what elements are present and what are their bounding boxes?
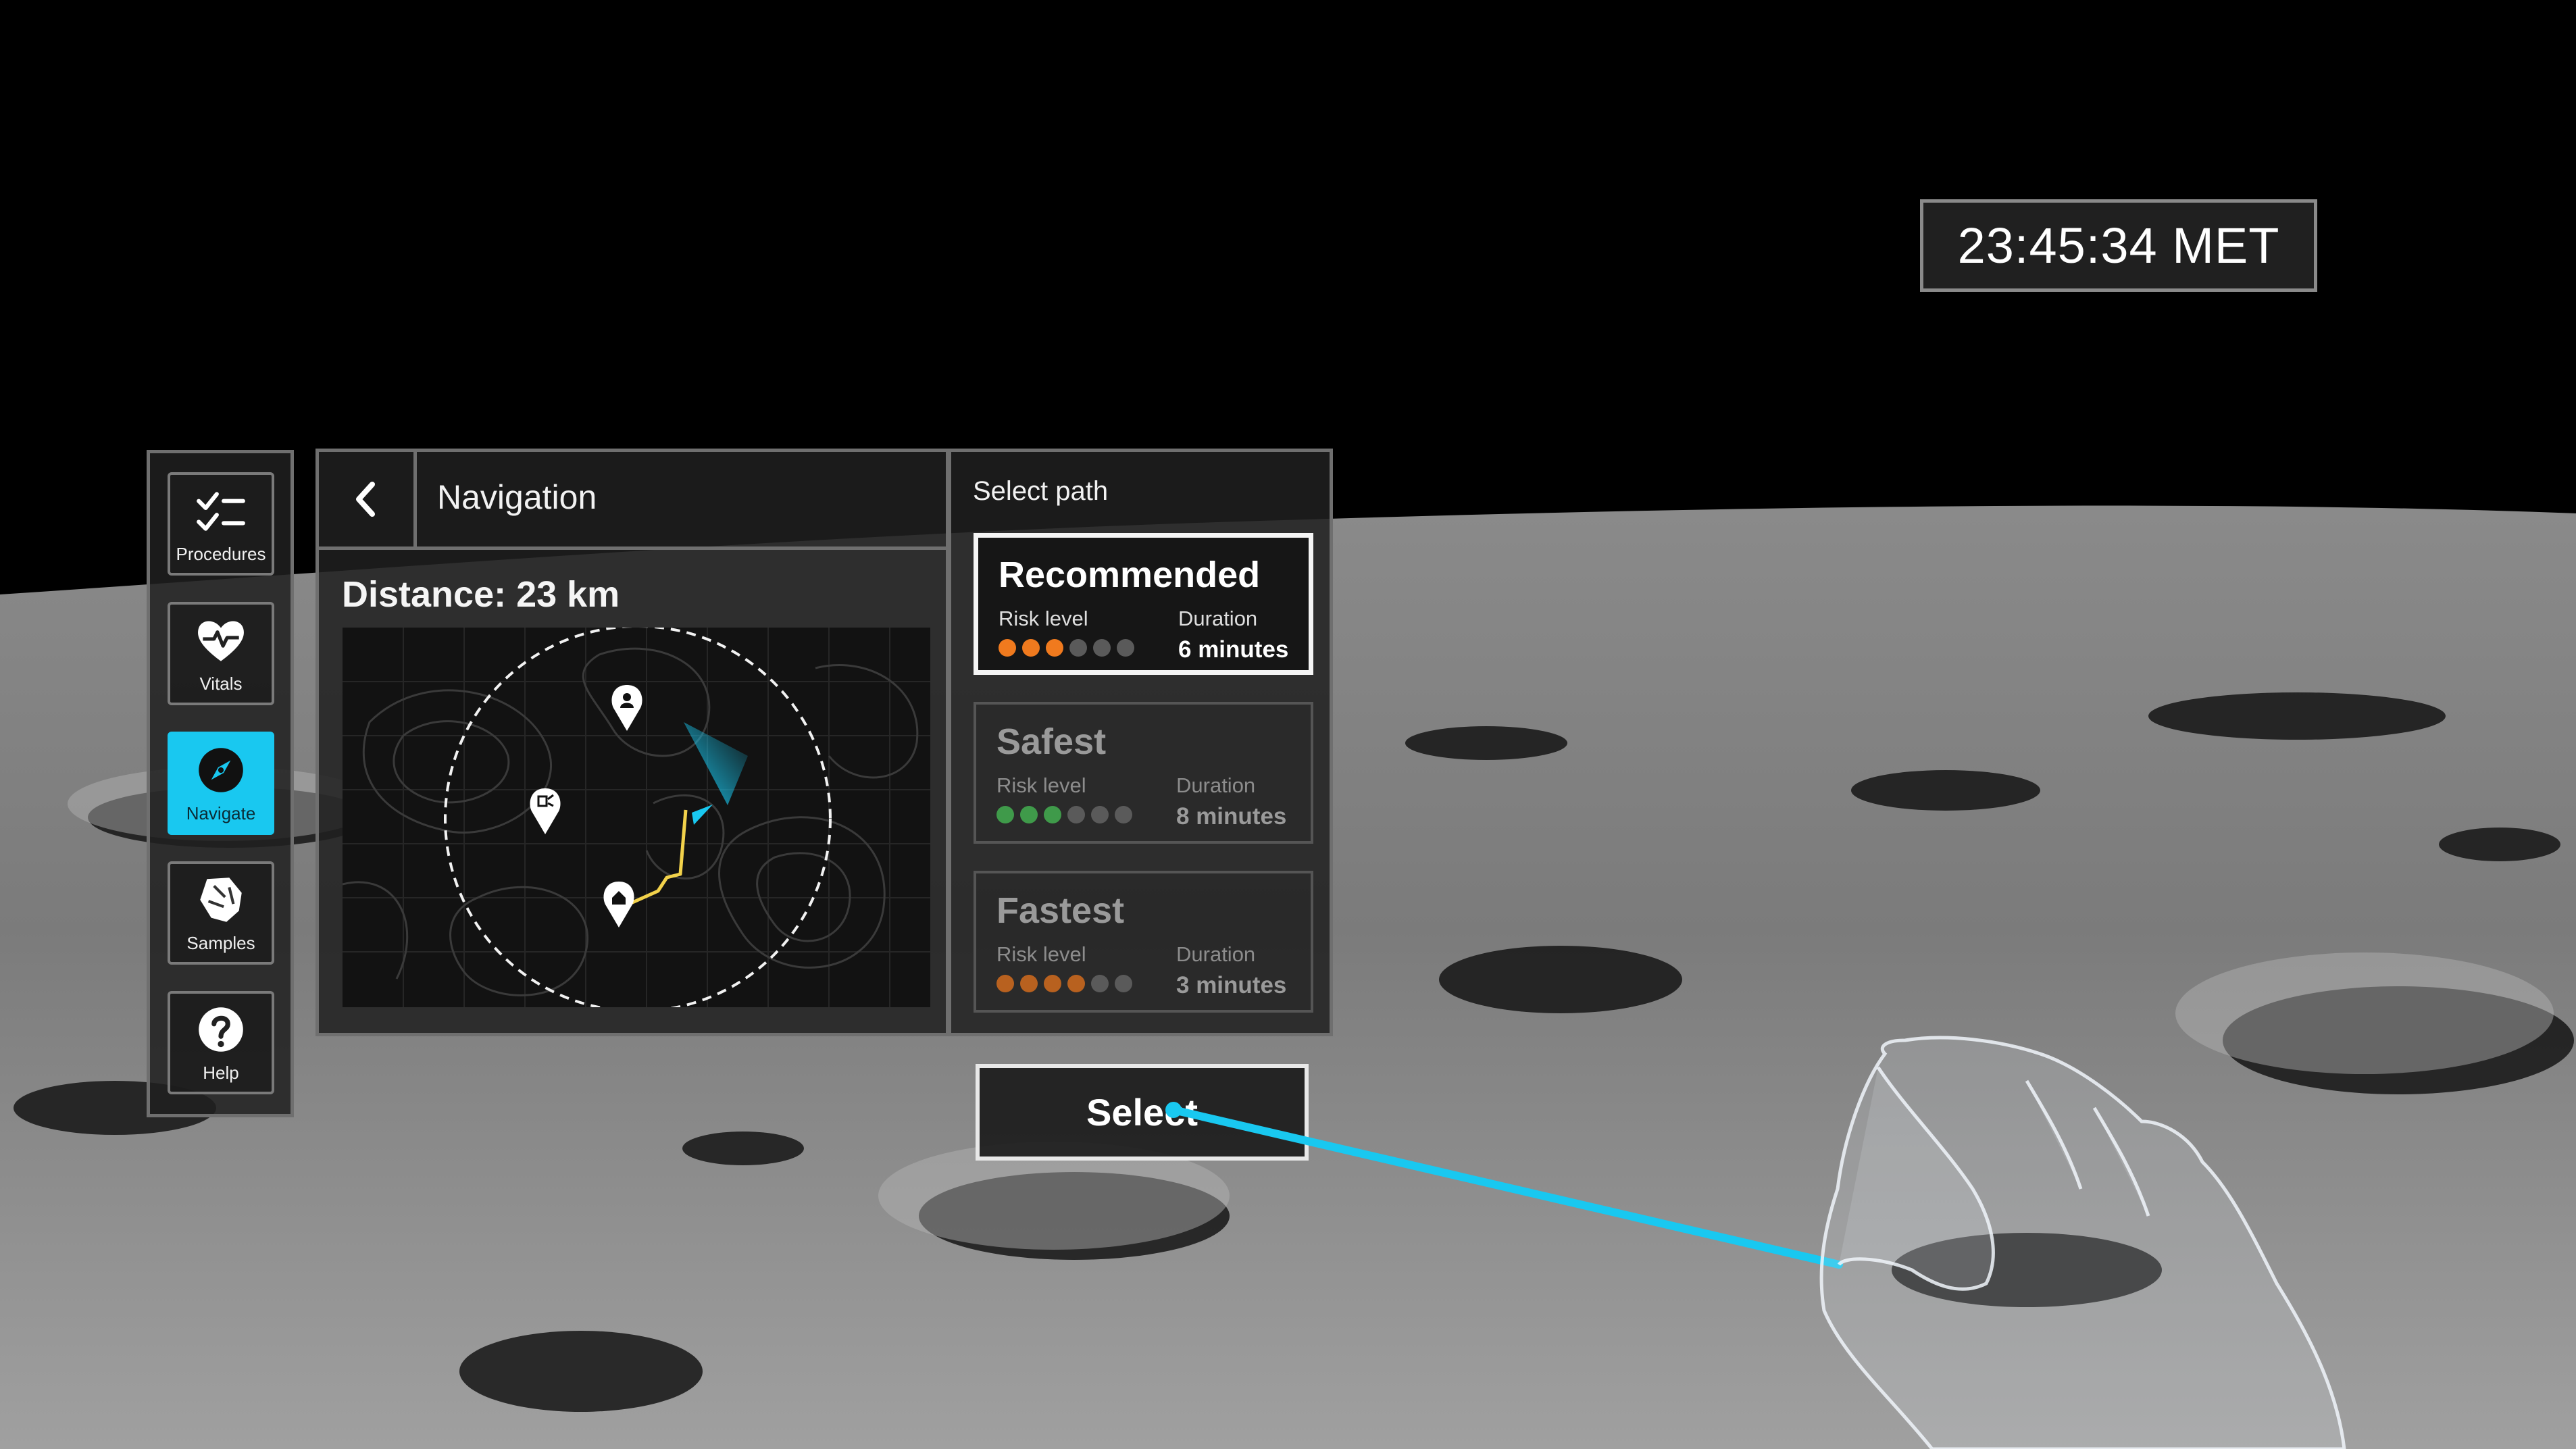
user-heading-icon: [692, 805, 713, 825]
back-button[interactable]: [319, 452, 417, 546]
risk-dot-filled: [1022, 639, 1040, 657]
sidebar-item-label: Vitals: [199, 673, 243, 694]
duration-value: 3 minutes: [1176, 972, 1287, 998]
met-clock: 23:45:34 MET: [1920, 199, 2317, 292]
path-name: Safest: [996, 721, 1107, 762]
help-icon: [199, 1007, 243, 1052]
sidebar-item-label: Samples: [186, 933, 255, 953]
person-pin-icon: [611, 685, 642, 731]
risk-dot-filled: [996, 806, 1014, 823]
risk-dot-empty: [1115, 806, 1132, 823]
sidebar-item-procedures[interactable]: Procedures: [168, 472, 274, 576]
risk-dot-empty: [1067, 806, 1085, 823]
risk-dot-empty: [1069, 639, 1087, 657]
path-name: Fastest: [996, 890, 1125, 931]
risk-dot-filled: [1046, 639, 1063, 657]
path-option-recommended[interactable]: Recommended Risk level Duration 6 minute…: [974, 533, 1313, 675]
risk-dot-filled: [996, 975, 1014, 992]
map-canvas: [343, 628, 930, 1007]
risk-dot-filled: [1044, 806, 1061, 823]
risk-dot-filled: [999, 639, 1016, 657]
risk-dot-filled: [1020, 806, 1038, 823]
risk-dot-empty: [1091, 975, 1109, 992]
heart-pulse-icon: [198, 621, 244, 661]
navigation-header: Navigation: [319, 452, 946, 550]
risk-dot-empty: [1091, 806, 1109, 823]
risk-indicator: [996, 975, 1132, 992]
risk-level-label: Risk level: [996, 942, 1086, 966]
risk-indicator: [999, 639, 1134, 657]
sidebar-item-samples[interactable]: Samples: [168, 861, 274, 965]
sidebar-item-label: Procedures: [176, 544, 266, 564]
home-pin-icon: [603, 882, 634, 927]
checklist-icon: [197, 492, 245, 531]
duration-label: Duration: [1176, 773, 1256, 797]
sidebar-item-label: Navigate: [186, 803, 256, 823]
sidebar-item-help[interactable]: Help: [168, 991, 274, 1094]
page-title: Navigation: [437, 478, 597, 516]
risk-dot-empty: [1115, 975, 1132, 992]
risk-dot-filled: [1020, 975, 1038, 992]
duration-label: Duration: [1176, 942, 1256, 966]
sidebar-item-vitals[interactable]: Vitals: [168, 602, 274, 705]
path-option-safest[interactable]: Safest Risk level Duration 8 minutes: [974, 702, 1313, 844]
navigation-map[interactable]: [343, 628, 930, 1007]
risk-level-label: Risk level: [999, 607, 1088, 630]
duration-label: Duration: [1178, 607, 1258, 630]
equipment-pin-icon: [530, 788, 561, 834]
compass-icon: [199, 748, 243, 792]
sidebar-item-label: Help: [203, 1063, 239, 1083]
path-selection-title: Select path: [973, 476, 1109, 506]
risk-dot-empty: [1093, 639, 1111, 657]
duration-value: 6 minutes: [1178, 636, 1289, 663]
risk-dot-filled: [1044, 975, 1061, 992]
sidebar-item-navigate[interactable]: Navigate: [168, 732, 274, 835]
risk-level-label: Risk level: [996, 773, 1086, 797]
chevron-left-icon: [356, 482, 375, 517]
path-selection-panel: Select path Recommended Risk level Durat…: [948, 449, 1333, 1036]
select-button[interactable]: Select: [976, 1064, 1309, 1161]
risk-indicator: [996, 806, 1132, 823]
duration-value: 8 minutes: [1176, 803, 1287, 830]
risk-dot-empty: [1117, 639, 1134, 657]
path-option-fastest[interactable]: Fastest Risk level Duration 3 minutes: [974, 871, 1313, 1013]
risk-dot-filled: [1067, 975, 1085, 992]
rock-sample-icon: [200, 878, 242, 922]
path-name: Recommended: [999, 555, 1261, 595]
distance-readout: Distance: 23 km: [342, 574, 620, 615]
navigation-panel: Navigation Distance: 23 km: [315, 449, 949, 1036]
sidebar: Procedures Vitals Navigate Samples Help: [147, 450, 294, 1117]
